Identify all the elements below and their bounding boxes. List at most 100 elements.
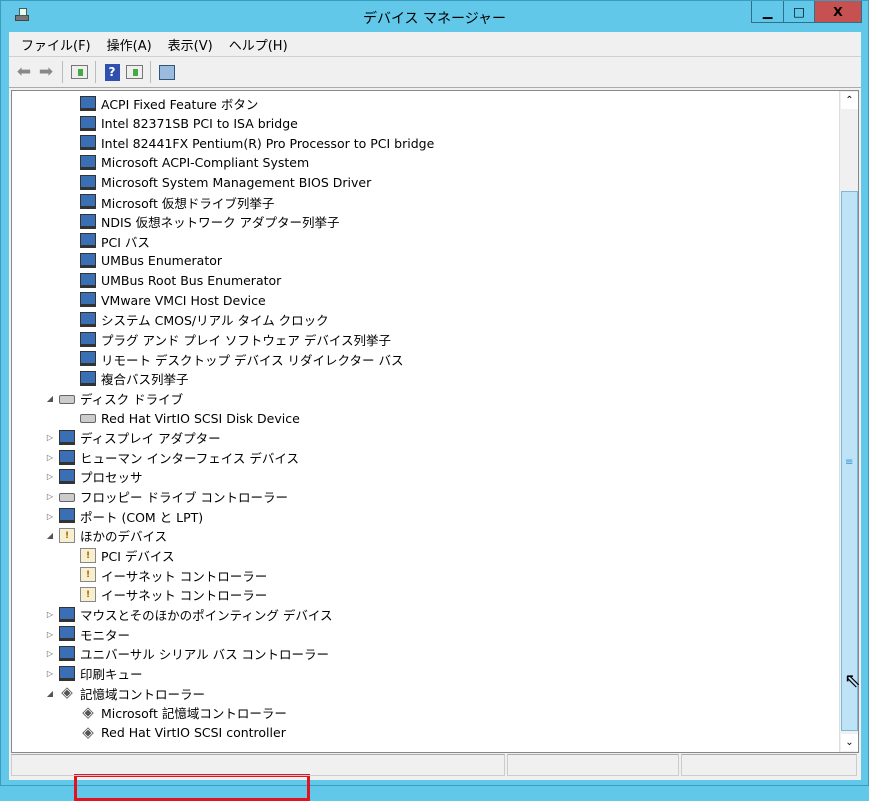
tree-device[interactable]: PCI デバイス [12,546,840,566]
device-icon [59,508,75,524]
device-icon [80,292,96,308]
tree-device[interactable]: リモート デスクトップ デバイス リダイレクター バス [12,349,840,369]
tree-device[interactable]: プラグ アンド プレイ ソフトウェア デバイス列挙子 [12,330,840,350]
expand-arrow-icon[interactable]: ▷ [45,453,55,462]
tree-category[interactable]: ◢ 記憶域コントローラー [12,683,840,703]
window-title: デバイス マネージャー [362,11,507,27]
device-icon [80,351,96,367]
help-icon: ? [104,63,120,81]
device-icon [59,645,75,661]
tree-category[interactable]: ▷ 印刷キュー [12,664,840,684]
help-button[interactable]: ? [101,61,123,83]
forward-arrow-icon[interactable]: ➡ [35,61,57,83]
tree-device[interactable]: VMware VMCI Host Device [12,290,840,310]
collapse-arrow-icon[interactable]: ◢ [45,531,55,540]
tree-category[interactable]: ▷ フロッピー ドライブ コントローラー [12,487,840,507]
tree-device[interactable]: PCI バス [12,231,840,251]
device-icon [80,272,96,288]
device-icon [80,96,96,111]
tree-category[interactable]: ▷ ユニバーサル シリアル バス コントローラー [12,644,840,664]
tree-device[interactable]: UMBus Root Bus Enumerator [12,271,840,291]
tree-category[interactable]: ◢ ほかのデバイス [12,526,840,546]
scroll-down-button[interactable]: ⌄ [841,734,858,751]
tree-category[interactable]: ▷ ポート (COM と LPT) [12,506,840,526]
tree-device[interactable]: イーサネット コントローラー [12,565,840,585]
warning-device-icon [80,587,96,603]
warning-device-icon [80,547,96,563]
client-area: ファイル(F) 操作(A) 表示(V) ヘルプ(H) ⬅ ➡ ? ACPI Fi… [9,32,861,801]
tree-device[interactable]: イーサネット コントローラー [12,585,840,605]
device-icon [80,312,96,328]
vertical-scrollbar[interactable]: ⌃ ≡ ⌄ [839,91,858,752]
menu-file[interactable]: ファイル(F) [13,35,99,54]
device-manager-window: デバイス マネージャー ▁ □ X ファイル(F) 操作(A) 表示(V) ヘル… [0,0,869,801]
tree-device[interactable]: システム CMOS/リアル タイム クロック [12,310,840,330]
mouse-cursor-icon: ⇖ [844,668,861,692]
tree-category[interactable]: ◢ ディスク ドライブ [12,389,840,409]
toolbar-separator [62,61,63,83]
close-button[interactable]: X [814,1,861,22]
minimize-button[interactable]: ▁ [752,1,783,22]
back-arrow-icon[interactable]: ⬅ [13,61,35,83]
collapse-arrow-icon[interactable]: ◢ [45,689,55,698]
tree-device[interactable]: Microsoft System Management BIOS Driver [12,173,840,193]
tree-category[interactable]: ▷ ディスプレイ アダプター [12,428,840,448]
scrollbar-thumb[interactable]: ≡ [841,191,858,731]
tree-item-label: ディスク ドライブ [80,391,184,407]
device-tree[interactable]: ACPI Fixed Feature ボタン Intel 82371SB PCI … [11,90,859,801]
expand-arrow-icon[interactable]: ▷ [45,472,55,481]
tree-item-label: Microsoft 仮想ドライブ列挙子 [101,195,275,211]
tree-device[interactable]: Microsoft 記憶域コントローラー [12,703,840,723]
collapse-arrow-icon[interactable]: ◢ [45,394,55,403]
tree-device[interactable]: Red Hat VirtIO SCSI Disk Device [12,408,840,428]
menu-action[interactable]: 操作(A) [99,35,160,54]
expand-arrow-icon[interactable]: ▷ [45,649,55,658]
expand-arrow-icon[interactable]: ▷ [45,433,55,442]
tree-item-label: UMBus Enumerator [101,253,223,269]
show-hide-console-tree-button[interactable] [68,61,90,83]
tree-category[interactable]: ▷ ヒューマン インターフェイス デバイス [12,448,840,468]
toolbar: ⬅ ➡ ? [9,57,861,88]
tree-category[interactable]: ▷ プロセッサ [12,467,840,487]
menu-help[interactable]: ヘルプ(H) [221,35,296,54]
menu-view[interactable]: 表示(V) [160,35,221,54]
grip-icon: ≡ [845,457,854,468]
tree-category[interactable]: ▷ マウスとそのほかのポインティング デバイス [12,605,840,625]
expand-arrow-icon[interactable]: ▷ [45,669,55,678]
title-bar[interactable]: デバイス マネージャー ▁ □ X [1,1,868,32]
expand-arrow-icon[interactable]: ▷ [45,610,55,619]
tree-item-label: イーサネット コントローラー [101,588,268,604]
tree-device[interactable]: Intel 82371SB PCI to ISA bridge [12,114,840,134]
tree-item-label: Red Hat VirtIO SCSI Disk Device [101,410,300,426]
tree-device[interactable]: Red Hat VirtIO SCSI controller [12,723,840,743]
device-icon [59,429,75,445]
tree-item-label: システム CMOS/リアル タイム クロック [101,313,329,329]
maximize-button[interactable]: □ [783,1,814,22]
scan-hardware-button[interactable] [156,61,178,83]
tree-device[interactable]: Intel 82441FX Pentium(R) Pro Processor t… [12,133,840,153]
device-icon [80,154,96,170]
tree-device[interactable]: 複合バス列挙子 [12,369,840,389]
tree-item-label: NDIS 仮想ネットワーク アダプター列挙子 [101,215,340,231]
tree-item-label: ディスプレイ アダプター [80,431,221,447]
expand-arrow-icon[interactable]: ▷ [45,512,55,521]
tree-device[interactable]: Microsoft ACPI-Compliant System [12,153,840,173]
storage-controller-icon [80,725,96,740]
tree-category[interactable]: ▷ モニター [12,624,840,644]
expand-arrow-icon[interactable]: ▷ [45,492,55,501]
tree-item-label: モニター [80,627,131,643]
tree-item-label: 記憶域コントローラー [80,686,206,702]
device-icon [80,213,96,229]
tree-item-label: リモート デスクトップ デバイス リダイレクター バス [101,352,404,368]
menu-bar: ファイル(F) 操作(A) 表示(V) ヘルプ(H) [9,32,861,57]
tree-item-label: ほかのデバイス [80,529,168,545]
device-icon [80,174,96,190]
show-hide-action-pane-button[interactable] [123,61,145,83]
tree-device[interactable]: Microsoft 仮想ドライブ列挙子 [12,192,840,212]
tree-device[interactable]: ACPI Fixed Feature ボタン [12,94,840,114]
expand-arrow-icon[interactable]: ▷ [45,630,55,639]
tree-device[interactable]: NDIS 仮想ネットワーク アダプター列挙子 [12,212,840,232]
device-icon [59,626,75,642]
tree-device[interactable]: UMBus Enumerator [12,251,840,271]
scroll-up-button[interactable]: ⌃ [841,92,858,109]
